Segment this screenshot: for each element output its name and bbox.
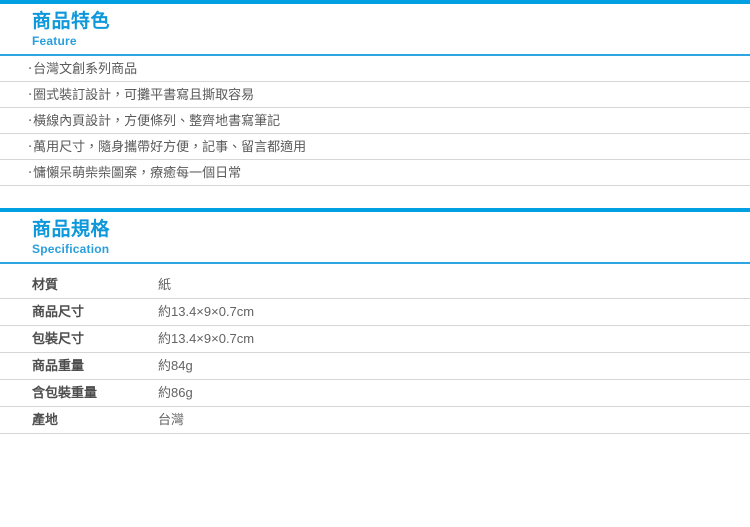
spec-value: 約86g	[158, 379, 750, 407]
feature-item-text: 慵懶呆萌柴柴圖案，療癒每一個日常	[33, 165, 242, 180]
table-row: 商品尺寸 約13.4×9×0.7cm	[0, 298, 750, 326]
table-row: 包裝尺寸 約13.4×9×0.7cm	[0, 325, 750, 353]
bullet-icon: ‧	[28, 87, 33, 102]
spec-label: 材質	[0, 272, 158, 299]
spec-value: 約84g	[158, 352, 750, 380]
spec-value: 約13.4×9×0.7cm	[158, 298, 750, 326]
spec-value: 台灣	[158, 406, 750, 434]
spec-label: 產地	[0, 406, 158, 434]
feature-list-item: ‧萬用尺寸，隨身攜帶好方便，記事、留言都適用	[0, 134, 750, 160]
feature-title-cn: 商品特色	[32, 11, 111, 32]
feature-list: ‧台灣文創系列商品 ‧圈式裝訂設計，可攤平書寫且撕取容易 ‧橫線內頁設計，方便條…	[0, 56, 750, 186]
spec-label: 商品重量	[0, 352, 158, 380]
bullet-icon: ‧	[28, 139, 33, 154]
table-row: 產地 台灣	[0, 406, 750, 434]
feature-list-item: ‧圈式裝訂設計，可攤平書寫且撕取容易	[0, 82, 750, 108]
feature-item-text: 台灣文創系列商品	[33, 61, 138, 76]
feature-section-header: 商品特色 Feature	[0, 0, 750, 56]
spec-label: 商品尺寸	[0, 298, 158, 326]
specification-table: 材質 紙 商品尺寸 約13.4×9×0.7cm 包裝尺寸 約13.4×9×0.7…	[0, 272, 750, 434]
spec-value: 紙	[158, 272, 750, 299]
spec-header-titles: 商品規格 Specification	[0, 212, 750, 262]
feature-item-text: 圈式裝訂設計，可攤平書寫且撕取容易	[33, 87, 255, 102]
bullet-icon: ‧	[28, 113, 33, 128]
feature-header-bottom-rule	[0, 54, 750, 56]
feature-title-en: Feature	[32, 34, 77, 48]
spec-header-bottom-rule	[0, 262, 750, 264]
bullet-icon: ‧	[28, 61, 33, 76]
table-row: 材質 紙	[0, 272, 750, 299]
feature-list-item: ‧慵懶呆萌柴柴圖案，療癒每一個日常	[0, 160, 750, 186]
spec-title-en: Specification	[32, 242, 110, 256]
bullet-icon: ‧	[28, 165, 33, 180]
spec-section-header: 商品規格 Specification	[0, 208, 750, 264]
table-row: 商品重量 約84g	[0, 352, 750, 380]
feature-item-text: 橫線內頁設計，方便條列、整齊地書寫筆記	[33, 113, 281, 128]
spec-label: 含包裝重量	[0, 379, 158, 407]
feature-list-item: ‧台灣文創系列商品	[0, 56, 750, 82]
table-row: 含包裝重量 約86g	[0, 379, 750, 407]
feature-list-item: ‧橫線內頁設計，方便條列、整齊地書寫筆記	[0, 108, 750, 134]
feature-item-text: 萬用尺寸，隨身攜帶好方便，記事、留言都適用	[33, 139, 307, 154]
feature-header-titles: 商品特色 Feature	[0, 4, 750, 54]
spec-label: 包裝尺寸	[0, 325, 158, 353]
spec-title-cn: 商品規格	[32, 219, 111, 240]
spec-value: 約13.4×9×0.7cm	[158, 325, 750, 353]
product-detail-page: 商品特色 Feature ‧台灣文創系列商品 ‧圈式裝訂設計，可攤平書寫且撕取容…	[0, 0, 750, 527]
